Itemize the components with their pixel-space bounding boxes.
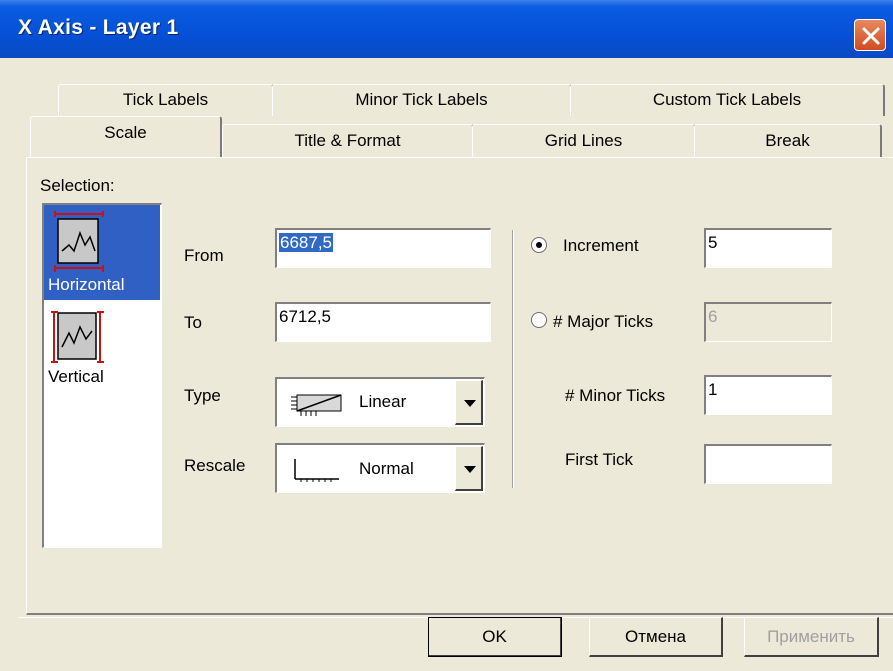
major-ticks-radio[interactable] [531, 312, 547, 328]
from-label: From [184, 246, 224, 265]
increment-radio[interactable] [531, 237, 547, 253]
group-divider [512, 230, 514, 488]
chevron-down-icon [464, 400, 476, 407]
type-label: Type [184, 386, 221, 405]
tab-tick-labels[interactable]: Tick Labels [58, 84, 274, 116]
radio-dot [536, 242, 542, 248]
list-item-vertical[interactable]: Vertical [44, 303, 160, 398]
tab-title-format[interactable]: Title & Format [222, 124, 474, 160]
major-ticks-input: 6 [704, 302, 832, 342]
selection-label: Selection: [40, 176, 115, 195]
vertical-axis-icon [51, 311, 104, 363]
major-ticks-value: 6 [708, 307, 718, 326]
rescale-select[interactable]: Normal [275, 443, 485, 493]
from-value: 6687,5 [279, 233, 333, 252]
tab-minor-tick-labels[interactable]: Minor Tick Labels [272, 84, 572, 116]
tab-custom-tick-labels[interactable]: Custom Tick Labels [570, 84, 885, 116]
rescale-dropdown-button[interactable] [455, 446, 483, 491]
from-input[interactable]: 6687,5 [275, 228, 491, 268]
to-input[interactable]: 6712,5 [275, 302, 491, 342]
first-tick-input[interactable] [704, 444, 832, 484]
type-select[interactable]: Linear [275, 377, 485, 427]
ok-button[interactable]: OK [428, 617, 562, 657]
horizontal-axis-icon [54, 211, 104, 272]
rescale-label: Rescale [184, 456, 246, 475]
window-title: X Axis - Layer 1 [18, 16, 179, 39]
minor-ticks-input[interactable]: 1 [704, 375, 832, 415]
tab-break[interactable]: Break [694, 124, 882, 160]
tab-grid-lines[interactable]: Grid Lines [472, 124, 696, 160]
cancel-button[interactable]: Отмена [589, 617, 723, 657]
rescale-value: Normal [359, 459, 414, 478]
tab-scale[interactable]: Scale [30, 116, 222, 158]
axis-selection-list[interactable]: Horizontal Vertical [42, 203, 162, 548]
to-value: 6712,5 [279, 307, 331, 326]
list-item-horizontal[interactable]: Horizontal [44, 205, 160, 300]
close-icon [862, 27, 880, 45]
chevron-down-icon [464, 466, 476, 473]
apply-button: Применить [744, 617, 879, 657]
close-button[interactable] [854, 19, 886, 51]
list-item-label: Horizontal [48, 275, 125, 294]
rescale-normal-icon [294, 459, 339, 482]
increment-value: 5 [708, 233, 718, 252]
type-value: Linear [359, 392, 407, 411]
increment-label: Increment [563, 236, 639, 255]
list-item-label: Vertical [48, 367, 104, 386]
minor-ticks-value: 1 [708, 380, 718, 399]
increment-input[interactable]: 5 [704, 228, 832, 268]
type-dropdown-button[interactable] [455, 380, 483, 425]
to-label: To [184, 313, 202, 332]
major-ticks-label: # Major Ticks [553, 312, 654, 331]
minor-ticks-label: # Minor Ticks [565, 386, 666, 405]
linear-scale-icon [291, 394, 342, 416]
first-tick-label: First Tick [565, 450, 633, 469]
